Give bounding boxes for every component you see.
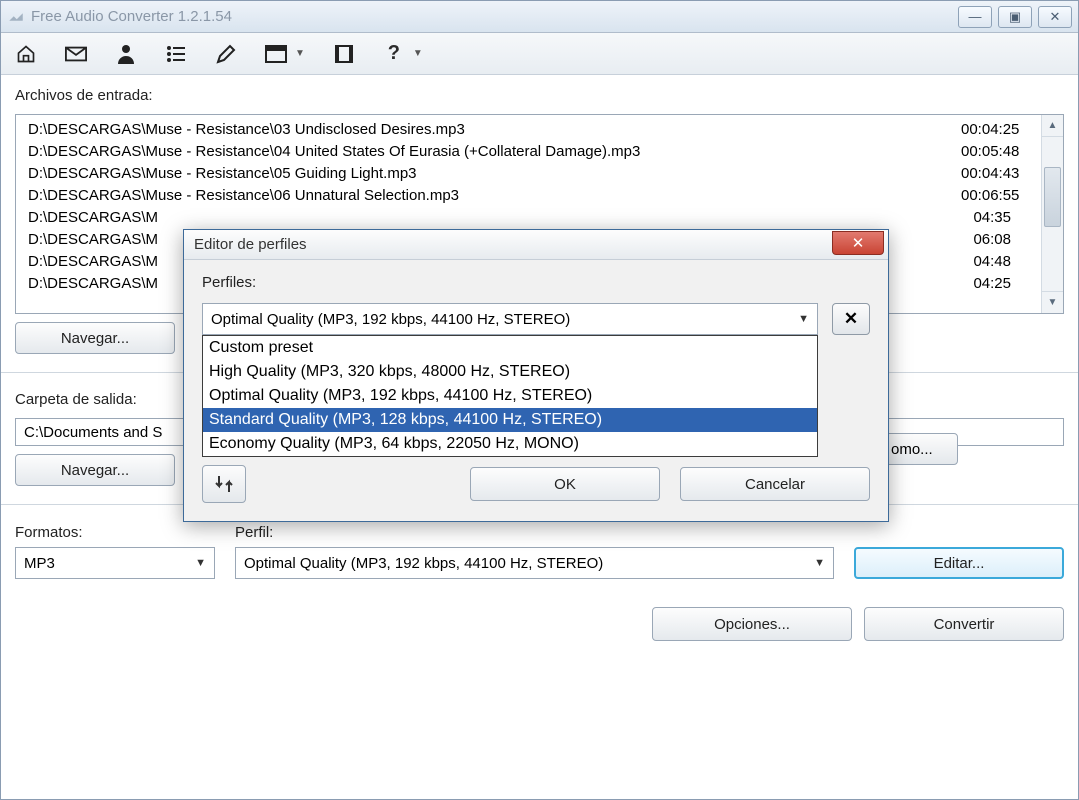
close-button[interactable]: ✕ xyxy=(1038,6,1072,28)
profile-dropdown-list[interactable]: Custom presetHigh Quality (MP3, 320 kbps… xyxy=(202,335,818,457)
format-selected-value: MP3 xyxy=(24,555,55,572)
scroll-down-icon[interactable]: ▼ xyxy=(1042,291,1063,313)
chevron-down-icon: ▼ xyxy=(195,557,206,569)
chevron-down-icon[interactable]: ▼ xyxy=(295,48,305,59)
swap-button[interactable] xyxy=(202,465,246,503)
user-icon[interactable] xyxy=(115,43,137,65)
file-duration: 04:48 xyxy=(961,251,1051,273)
file-duration: 04:25 xyxy=(961,273,1051,295)
file-row[interactable]: D:\DESCARGAS\Muse - Resistance\05 Guidin… xyxy=(16,163,1063,185)
format-row: Formatos: MP3 ▼ Perfil: Optimal Quality … xyxy=(15,523,1064,579)
profile-option[interactable]: Custom preset xyxy=(203,336,817,360)
profile-option[interactable]: Optimal Quality (MP3, 192 kbps, 44100 Hz… xyxy=(203,384,817,408)
profile-selected-value: Optimal Quality (MP3, 192 kbps, 44100 Hz… xyxy=(244,555,603,572)
cancel-button[interactable]: Cancelar xyxy=(680,467,870,501)
delete-profile-button[interactable]: ✕ xyxy=(832,303,870,335)
save-as-button-partial[interactable]: omo... xyxy=(886,433,958,465)
dialog-titlebar: Editor de perfiles ✕ xyxy=(184,230,888,260)
file-duration: 00:04:25 xyxy=(961,119,1051,141)
profile-option[interactable]: Economy Quality (MP3, 64 kbps, 22050 Hz,… xyxy=(203,432,817,456)
browse-output-button[interactable]: Navegar... xyxy=(15,454,175,486)
file-path: D:\DESCARGAS\Muse - Resistance\04 United… xyxy=(28,141,961,163)
file-path: D:\DESCARGAS\M xyxy=(28,207,961,229)
formats-label: Formatos: xyxy=(15,524,215,541)
profile-dropdown-value: Optimal Quality (MP3, 192 kbps, 44100 Hz… xyxy=(211,311,570,328)
file-path: D:\DESCARGAS\Muse - Resistance\05 Guidin… xyxy=(28,163,961,185)
window-layout-icon[interactable] xyxy=(265,43,287,65)
help-icon[interactable]: ? xyxy=(383,43,405,65)
edit-profile-button[interactable]: Editar... xyxy=(854,547,1064,579)
browse-input-button[interactable]: Navegar... xyxy=(15,322,175,354)
file-duration: 00:05:48 xyxy=(961,141,1051,163)
chevron-down-icon[interactable]: ▼ xyxy=(413,48,423,59)
mail-icon[interactable] xyxy=(65,43,87,65)
dialog-actions: OK Cancelar xyxy=(202,465,870,503)
format-select[interactable]: MP3 ▼ xyxy=(15,547,215,579)
dialog-title: Editor de perfiles xyxy=(194,236,832,253)
edit-icon[interactable] xyxy=(215,43,237,65)
window-controls: ― ▣ ✕ xyxy=(958,6,1072,28)
dialog-body: Perfiles: Optimal Quality (MP3, 192 kbps… xyxy=(184,260,888,521)
profile-label: Perfil: xyxy=(235,524,834,541)
home-icon[interactable] xyxy=(15,43,37,65)
file-row[interactable]: D:\DESCARGAS\Muse - Resistance\03 Undisc… xyxy=(16,119,1063,141)
file-duration: 04:35 xyxy=(961,207,1051,229)
scroll-thumb[interactable] xyxy=(1044,167,1061,227)
profile-select-row: Optimal Quality (MP3, 192 kbps, 44100 Hz… xyxy=(202,303,870,335)
scroll-track[interactable] xyxy=(1042,137,1063,291)
file-path: D:\DESCARGAS\Muse - Resistance\03 Undisc… xyxy=(28,119,961,141)
app-icon xyxy=(7,8,25,26)
profiles-label: Perfiles: xyxy=(202,274,870,291)
dialog-close-button[interactable]: ✕ xyxy=(832,231,884,255)
window-title: Free Audio Converter 1.2.1.54 xyxy=(31,8,958,25)
profile-editor-dialog: Editor de perfiles ✕ Perfiles: Optimal Q… xyxy=(183,229,889,522)
options-button[interactable]: Opciones... xyxy=(652,607,852,641)
profile-option[interactable]: High Quality (MP3, 320 kbps, 48000 Hz, S… xyxy=(203,360,817,384)
profile-select[interactable]: Optimal Quality (MP3, 192 kbps, 44100 Hz… xyxy=(235,547,834,579)
file-row[interactable]: D:\DESCARGAS\Muse - Resistance\06 Unnatu… xyxy=(16,185,1063,207)
film-icon[interactable] xyxy=(333,43,355,65)
file-row[interactable]: D:\DESCARGAS\M04:35 xyxy=(16,207,1063,229)
vertical-scrollbar[interactable]: ▲ ▼ xyxy=(1041,115,1063,313)
file-duration: 06:08 xyxy=(961,229,1051,251)
toolbar: ▼ ? ▼ xyxy=(1,33,1078,75)
chevron-down-icon: ▼ xyxy=(798,313,809,325)
file-row[interactable]: D:\DESCARGAS\Muse - Resistance\04 United… xyxy=(16,141,1063,163)
list-icon[interactable] xyxy=(165,43,187,65)
maximize-button[interactable]: ▣ xyxy=(998,6,1032,28)
scroll-up-icon[interactable]: ▲ xyxy=(1042,115,1063,137)
minimize-button[interactable]: ― xyxy=(958,6,992,28)
file-duration: 00:06:55 xyxy=(961,185,1051,207)
profile-dropdown-box[interactable]: Optimal Quality (MP3, 192 kbps, 44100 Hz… xyxy=(202,303,818,335)
profile-option[interactable]: Standard Quality (MP3, 128 kbps, 44100 H… xyxy=(203,408,817,432)
titlebar: Free Audio Converter 1.2.1.54 ― ▣ ✕ xyxy=(1,1,1078,33)
file-path: D:\DESCARGAS\Muse - Resistance\06 Unnatu… xyxy=(28,185,961,207)
input-files-label: Archivos de entrada: xyxy=(15,87,1064,104)
swap-arrows-icon xyxy=(213,473,235,495)
profile-dropdown[interactable]: Optimal Quality (MP3, 192 kbps, 44100 Hz… xyxy=(202,303,818,335)
convert-button[interactable]: Convertir xyxy=(864,607,1064,641)
bottom-actions: Opciones... Convertir xyxy=(15,607,1064,641)
ok-button[interactable]: OK xyxy=(470,467,660,501)
file-duration: 00:04:43 xyxy=(961,163,1051,185)
chevron-down-icon: ▼ xyxy=(814,557,825,569)
